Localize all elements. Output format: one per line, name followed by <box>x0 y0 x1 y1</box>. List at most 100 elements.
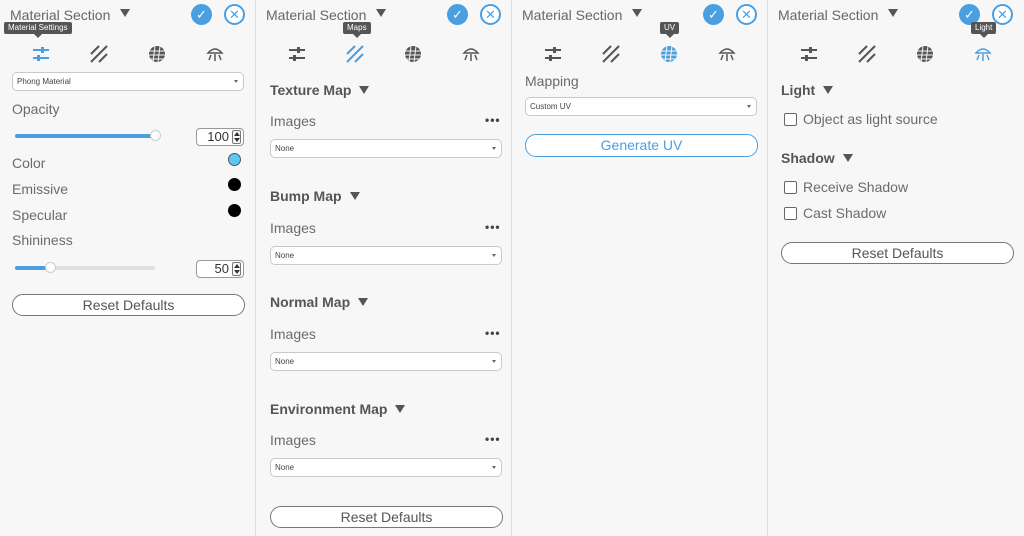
tab-settings[interactable] <box>285 42 309 66</box>
tab-maps[interactable] <box>855 42 879 66</box>
texture-map-header[interactable]: Texture Map <box>270 82 370 98</box>
reset-defaults-button[interactable]: Reset Defaults <box>12 294 245 316</box>
material-editor: Material Section ✓ ✕ Material Settings P… <box>0 0 1024 536</box>
light-title: Light <box>781 82 816 98</box>
light-lamp-icon <box>206 48 224 61</box>
tab-bar: Light <box>768 22 1024 74</box>
maps-hatch-icon <box>858 45 876 63</box>
bump-image-select[interactable]: None <box>270 246 502 265</box>
shadow-header[interactable]: Shadow <box>781 150 853 166</box>
light-header[interactable]: Light <box>781 82 834 98</box>
collapse-caret-icon[interactable] <box>120 9 130 17</box>
confirm-button[interactable]: ✓ <box>447 4 468 25</box>
object-light-source-checkbox[interactable] <box>784 113 797 126</box>
tab-settings[interactable] <box>797 42 821 66</box>
settings-sliders-icon <box>33 47 49 61</box>
panel-uv: Material Section ✓ ✕ UV Mapping Custom U… <box>512 0 768 536</box>
generate-uv-button[interactable]: Generate UV <box>525 134 758 157</box>
color-swatch[interactable] <box>228 153 241 166</box>
texture-more-icon[interactable]: ••• <box>485 113 501 127</box>
chevron-down-icon <box>747 105 751 108</box>
opacity-stepper[interactable] <box>232 130 241 144</box>
tab-light[interactable] <box>203 42 227 66</box>
texture-images-label: Images <box>270 113 316 129</box>
panel-maps: Material Section ✓ ✕ Maps Texture Map Im… <box>256 0 512 536</box>
opacity-label: Opacity <box>12 101 60 117</box>
tab-maps[interactable] <box>343 42 367 66</box>
specular-swatch[interactable] <box>228 204 241 217</box>
shadow-title: Shadow <box>781 150 835 166</box>
receive-shadow-checkbox[interactable] <box>784 181 797 194</box>
caret-down-icon <box>842 154 853 162</box>
caret-down-icon <box>823 86 834 94</box>
tab-settings[interactable] <box>29 42 53 66</box>
chevron-down-icon <box>492 360 496 363</box>
tab-uv[interactable] <box>913 42 937 66</box>
close-button[interactable]: ✕ <box>224 4 245 25</box>
emissive-label: Emissive <box>12 181 69 197</box>
shininess-slider-thumb[interactable] <box>45 262 56 273</box>
close-button[interactable]: ✕ <box>480 4 501 25</box>
tab-maps[interactable] <box>87 42 111 66</box>
tab-light[interactable] <box>715 42 739 66</box>
environment-more-icon[interactable]: ••• <box>485 432 501 446</box>
panel-title: Material Section <box>522 7 623 23</box>
panel-title: Material Section <box>10 7 111 23</box>
environment-map-header[interactable]: Environment Map <box>270 401 406 417</box>
tab-tooltip: Maps <box>343 22 371 38</box>
tab-uv[interactable] <box>401 42 425 66</box>
opacity-input[interactable]: 100 <box>196 128 244 146</box>
tab-light[interactable] <box>971 42 995 66</box>
material-type-select[interactable]: Phong Material <box>12 72 244 91</box>
tab-uv[interactable] <box>657 42 681 66</box>
reset-defaults-button[interactable]: Reset Defaults <box>270 506 503 528</box>
material-type-value: Phong Material <box>17 77 71 86</box>
close-button[interactable]: ✕ <box>736 4 757 25</box>
normal-map-header[interactable]: Normal Map <box>270 294 369 310</box>
texture-image-select[interactable]: None <box>270 139 502 158</box>
shininess-value: 50 <box>214 261 229 276</box>
normal-more-icon[interactable]: ••• <box>485 326 501 340</box>
emissive-swatch[interactable] <box>228 178 241 191</box>
tab-light[interactable] <box>459 42 483 66</box>
normal-image-select[interactable]: None <box>270 352 502 371</box>
tab-tooltip: Material Settings <box>4 22 72 38</box>
environment-images-label: Images <box>270 432 316 448</box>
panel-header: Material Section ✓ ✕ <box>512 0 767 30</box>
shininess-stepper[interactable] <box>232 262 241 276</box>
uv-sphere-icon <box>405 45 421 63</box>
panel-title: Material Section <box>778 7 879 23</box>
shininess-label: Shininess <box>12 232 73 248</box>
collapse-caret-icon[interactable] <box>888 9 898 17</box>
caret-down-icon <box>358 298 369 306</box>
opacity-value: 100 <box>207 129 229 144</box>
texture-image-value: None <box>275 144 295 153</box>
reset-defaults-button[interactable]: Reset Defaults <box>781 242 1014 264</box>
collapse-caret-icon[interactable] <box>376 9 386 17</box>
collapse-caret-icon[interactable] <box>632 9 642 17</box>
uv-sphere-icon <box>661 45 677 63</box>
maps-hatch-icon <box>602 45 620 63</box>
bump-more-icon[interactable]: ••• <box>485 220 501 234</box>
tab-settings[interactable] <box>541 42 565 66</box>
tab-bar: Maps <box>256 22 511 74</box>
tab-tooltip: Light <box>971 22 997 38</box>
receive-shadow-label: Receive Shadow <box>803 179 909 195</box>
environment-image-value: None <box>275 463 295 472</box>
environment-image-select[interactable]: None <box>270 458 502 477</box>
opacity-slider-fill <box>15 134 155 138</box>
confirm-button[interactable]: ✓ <box>191 4 212 25</box>
opacity-slider-thumb[interactable] <box>150 130 161 141</box>
shininess-slider[interactable] <box>15 262 155 273</box>
shininess-input[interactable]: 50 <box>196 260 244 278</box>
mapping-select[interactable]: Custom UV <box>525 97 757 116</box>
bump-map-header[interactable]: Bump Map <box>270 188 360 204</box>
cast-shadow-checkbox[interactable] <box>784 207 797 220</box>
tab-maps[interactable] <box>599 42 623 66</box>
light-lamp-icon <box>462 48 480 61</box>
confirm-button[interactable]: ✓ <box>703 4 724 25</box>
opacity-slider[interactable] <box>15 130 161 141</box>
chevron-down-icon <box>492 147 496 150</box>
tab-uv[interactable] <box>145 42 169 66</box>
maps-hatch-icon <box>90 45 108 63</box>
